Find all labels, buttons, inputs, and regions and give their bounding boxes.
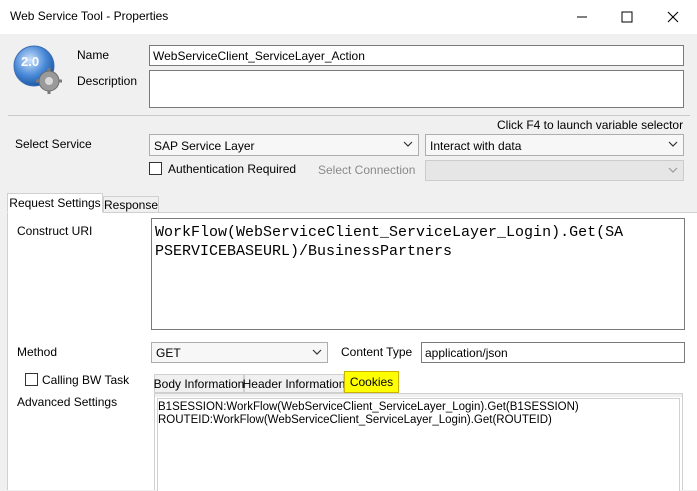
close-icon <box>667 11 679 23</box>
version-badge: 2.0 <box>21 54 40 69</box>
maximize-button[interactable] <box>604 0 650 34</box>
description-label: Description <box>77 74 138 88</box>
cookie-line-2: ROUTEID:WorkFlow(WebServiceClient_Servic… <box>158 414 552 426</box>
uri-line-1: WorkFlow(WebServiceClient_ServiceLayer_L… <box>155 224 624 241</box>
content-type-value: application/json <box>425 346 508 360</box>
chevron-down-icon <box>668 141 678 147</box>
select-service-label: Select Service <box>15 137 92 151</box>
minimize-icon <box>577 16 587 18</box>
calling-bw-checkbox[interactable] <box>25 373 38 386</box>
method-label: Method <box>17 345 58 359</box>
authentication-label: Authentication Required <box>168 162 297 176</box>
minimize-button[interactable] <box>559 0 605 34</box>
method-dropdown[interactable]: GET <box>151 342 328 363</box>
name-value: WebServiceClient_ServiceLayer_Action <box>153 49 365 63</box>
name-field[interactable]: WebServiceClient_ServiceLayer_Action <box>149 45 684 66</box>
construct-uri-label: Construct URI <box>17 224 93 238</box>
variable-selector-hint: Click F4 to launch variable selector <box>497 118 684 132</box>
chevron-down-icon <box>312 349 322 355</box>
description-field[interactable] <box>149 70 684 108</box>
advanced-settings-label: Advanced Settings <box>17 395 118 409</box>
calling-bw-label: Calling BW Task <box>42 373 130 387</box>
name-label: Name <box>77 48 110 62</box>
service-value: SAP Service Layer <box>154 139 255 153</box>
connection-dropdown[interactable] <box>425 160 684 181</box>
method-value: GET <box>156 346 181 360</box>
content-type-field[interactable]: application/json <box>421 342 685 363</box>
service-dropdown[interactable]: SAP Service Layer <box>149 134 419 156</box>
content-type-label: Content Type <box>341 345 413 359</box>
window-title: Web Service Tool - Properties <box>10 9 169 23</box>
close-button[interactable] <box>650 0 696 34</box>
separator <box>8 115 690 116</box>
uri-line-2: PSERVICEBASEURL)/BusinessPartners <box>155 243 453 260</box>
uri-field[interactable]: WorkFlow(WebServiceClient_ServiceLayer_L… <box>151 218 685 330</box>
tab-header-information[interactable]: Header Information <box>243 374 345 393</box>
chevron-down-icon <box>668 167 678 173</box>
interaction-dropdown[interactable]: Interact with data <box>425 134 684 156</box>
app-logo-icon: 2.0 <box>12 44 64 96</box>
tab-body-information[interactable]: Body Information <box>154 374 244 393</box>
tab-cookies[interactable]: Cookies <box>344 371 399 393</box>
chevron-down-icon <box>403 141 413 147</box>
interaction-value: Interact with data <box>430 139 522 153</box>
authentication-checkbox[interactable] <box>149 162 162 175</box>
maximize-icon <box>621 11 633 23</box>
select-connection-label: Select Connection <box>318 163 416 177</box>
tab-response[interactable]: Response <box>103 196 159 213</box>
panel-divider <box>155 394 682 397</box>
tab-request-settings[interactable]: Request Settings <box>7 193 103 213</box>
cookie-line-1: B1SESSION:WorkFlow(WebServiceClient_Serv… <box>158 401 579 413</box>
cookies-field[interactable]: B1SESSION:WorkFlow(WebServiceClient_Serv… <box>157 398 680 491</box>
cookies-panel: B1SESSION:WorkFlow(WebServiceClient_Serv… <box>154 393 683 491</box>
